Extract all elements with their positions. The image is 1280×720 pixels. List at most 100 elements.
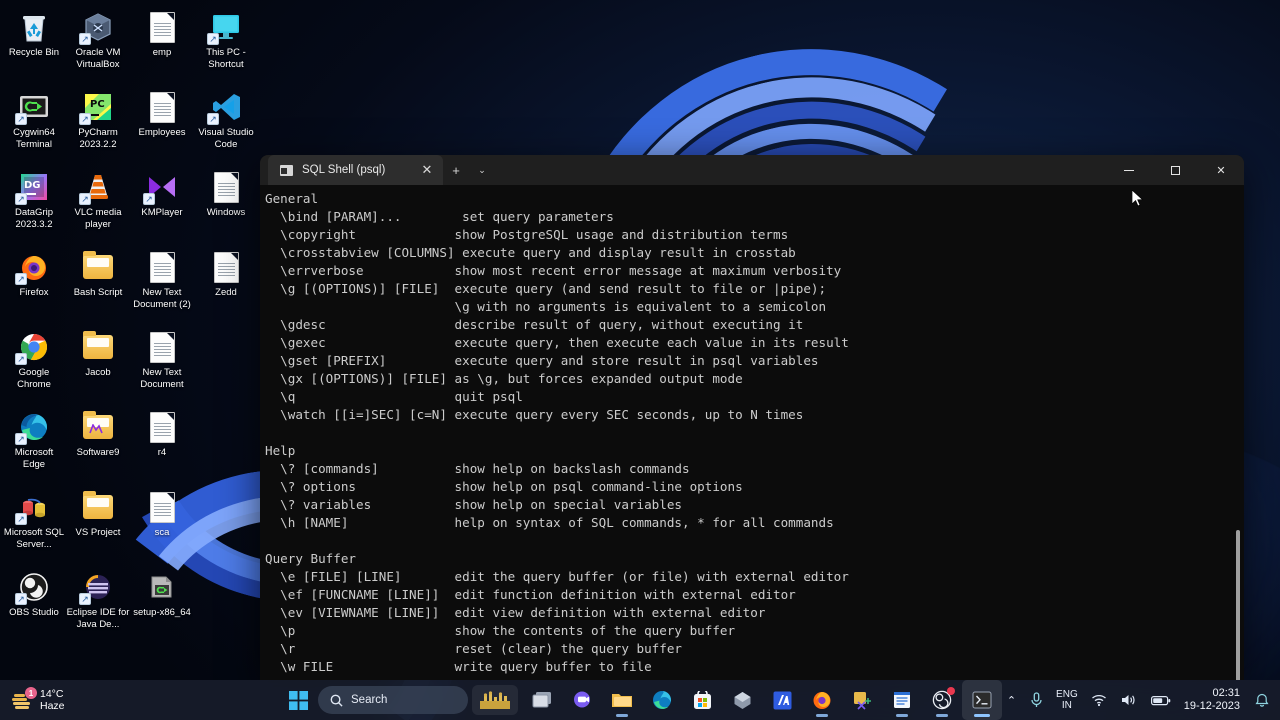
volume-icon[interactable] bbox=[1114, 683, 1144, 717]
running-indicator bbox=[616, 714, 628, 717]
sql-server-icon bbox=[15, 490, 51, 525]
obs-studio-button[interactable] bbox=[922, 680, 962, 720]
window-controls: ✕ bbox=[1106, 155, 1244, 185]
datagrip-icon: DG bbox=[15, 170, 51, 205]
desktop-icon-bash-script[interactable]: Bash Script bbox=[66, 244, 130, 324]
desktop-icon-eclipse-ide[interactable]: Eclipse IDE for Java De... bbox=[66, 564, 130, 644]
firefox-button[interactable] bbox=[802, 680, 842, 720]
desktop-icon-label: r4 bbox=[157, 447, 167, 458]
desktop-icon-label: OBS Studio bbox=[9, 607, 59, 618]
weather-widget[interactable]: 1 14°C Haze bbox=[0, 683, 75, 717]
shortcut-overlay-icon bbox=[207, 113, 219, 125]
battery-icon[interactable] bbox=[1144, 683, 1178, 717]
close-window-button[interactable]: ✕ bbox=[1198, 155, 1244, 185]
chevron-down-icon[interactable]: ⌄ bbox=[469, 155, 495, 185]
desktop-icon-zedd[interactable]: Zedd bbox=[194, 244, 258, 324]
microphone-icon[interactable] bbox=[1023, 683, 1050, 717]
desktop-icon-windows-doc[interactable]: Windows bbox=[194, 164, 258, 244]
desktop-icon-kmplayer[interactable]: KMPlayer bbox=[130, 164, 194, 244]
microsoft-store-button[interactable] bbox=[682, 680, 722, 720]
text-document-icon bbox=[209, 250, 243, 284]
tab-strip: SQL Shell (psql) ✕ + ⌄ bbox=[260, 155, 495, 185]
desktop-icon-this-pc[interactable]: This PC - Shortcut bbox=[194, 4, 258, 84]
desktop-icon-label: emp bbox=[152, 47, 172, 58]
tab-sql-shell[interactable]: SQL Shell (psql) ✕ bbox=[268, 155, 443, 185]
desktop-icon-pycharm[interactable]: PC PyCharm 2023.2.2 bbox=[66, 84, 130, 164]
desktop-icon-software9[interactable]: Software9 bbox=[66, 404, 130, 484]
language-indicator[interactable]: ENG IN bbox=[1050, 683, 1084, 717]
desktop-icon-vlc[interactable]: VLC media player bbox=[66, 164, 130, 244]
shortcut-overlay-icon bbox=[79, 33, 91, 45]
shortcut-overlay-icon bbox=[15, 593, 27, 605]
chat-button[interactable] bbox=[562, 680, 602, 720]
desktop-icon-emp[interactable]: emp bbox=[130, 4, 194, 84]
close-tab-icon[interactable]: ✕ bbox=[417, 160, 437, 180]
desktop-icon-jacob[interactable]: Jacob bbox=[66, 324, 130, 404]
microsoft-edge-button[interactable] bbox=[642, 680, 682, 720]
desktop-icon-label: Google Chrome bbox=[17, 367, 51, 390]
clock-widget[interactable]: 02:31 19-12-2023 bbox=[1178, 687, 1248, 713]
folder-media-icon bbox=[81, 410, 115, 444]
desktop-icon-firefox[interactable]: Firefox bbox=[2, 244, 66, 324]
text-document-icon bbox=[145, 490, 179, 524]
desktop-icon-empty-slot bbox=[194, 324, 258, 404]
desktop-icon-google-chrome[interactable]: Google Chrome bbox=[2, 324, 66, 404]
copilot-icon bbox=[734, 691, 750, 709]
maximize-button[interactable] bbox=[1152, 155, 1198, 185]
notification-bell-icon[interactable] bbox=[1248, 683, 1276, 717]
text-document-icon bbox=[145, 250, 179, 284]
copilot-button[interactable] bbox=[722, 680, 762, 720]
window-titlebar[interactable]: SQL Shell (psql) ✕ + ⌄ ✕ bbox=[260, 155, 1244, 185]
widgets-button[interactable] bbox=[472, 685, 518, 715]
terminal-scrollbar[interactable] bbox=[1236, 530, 1240, 680]
desktop-icon-datagrip[interactable]: DG DataGrip 2023.3.2 bbox=[2, 164, 66, 244]
desktop-icon-r4[interactable]: r4 bbox=[130, 404, 194, 484]
desktop-icon-sca[interactable]: sca bbox=[130, 484, 194, 564]
wifi-icon[interactable] bbox=[1084, 683, 1114, 717]
minimize-button[interactable] bbox=[1106, 155, 1152, 185]
widgets-cityscape-icon bbox=[480, 691, 510, 709]
desktop-icon-employees[interactable]: Employees bbox=[130, 84, 194, 164]
vlc-icon bbox=[79, 170, 115, 205]
desktop-icon-obs-studio[interactable]: OBS Studio bbox=[2, 564, 66, 644]
desktop-icon-recycle-bin[interactable]: Recycle Bin bbox=[2, 4, 66, 84]
tray-expand-button[interactable]: ⌃ bbox=[1000, 683, 1023, 717]
recycle-bin-icon bbox=[17, 10, 51, 44]
desktop-icon-vs-project[interactable]: VS Project bbox=[66, 484, 130, 564]
start-button[interactable] bbox=[278, 680, 318, 720]
desktop-icon-label: Bash Script bbox=[73, 287, 123, 298]
desktop-icon-microsoft-sql-server[interactable]: Microsoft SQL Server... bbox=[2, 484, 66, 564]
intellij-button[interactable] bbox=[762, 680, 802, 720]
weather-badge: 1 bbox=[25, 687, 37, 699]
desktop-icon-new-text-document[interactable]: New Text Document bbox=[130, 324, 194, 404]
desktop-icon-setup-x86-64[interactable]: setup-x86_64 bbox=[130, 564, 194, 644]
desktop-icon-label: PyCharm 2023.2.2 bbox=[78, 127, 118, 150]
desktop-icon-visual-studio-code[interactable]: Visual Studio Code bbox=[194, 84, 258, 164]
cygwin-setup-icon bbox=[145, 570, 179, 604]
desktop-icon-cygwin64-terminal[interactable]: Cygwin64 Terminal bbox=[2, 84, 66, 164]
task-view-button[interactable] bbox=[522, 680, 562, 720]
shortcut-overlay-icon bbox=[207, 33, 219, 45]
desktop-icon-label: KMPlayer bbox=[141, 207, 183, 218]
terminal-icon bbox=[280, 164, 293, 176]
new-tab-button[interactable]: + bbox=[443, 155, 469, 185]
terminal-body[interactable]: General \bind [PARAM]... set query param… bbox=[260, 185, 1244, 680]
desktop-icon-label: Cygwin64 Terminal bbox=[13, 127, 55, 150]
desktop-icon-empty-slot bbox=[194, 484, 258, 564]
file-explorer-button[interactable] bbox=[602, 680, 642, 720]
weather-temperature: 14°C bbox=[40, 688, 64, 700]
desktop-icon-grid: Recycle Bin Oracle VM VirtualBox emp bbox=[0, 4, 258, 644]
desktop-icon-oracle-vm-virtualbox[interactable]: Oracle VM VirtualBox bbox=[66, 4, 130, 84]
desktop-icon-label: New Text Document (2) bbox=[133, 287, 191, 310]
search-box[interactable]: Search bbox=[318, 686, 468, 714]
tab-title: SQL Shell (psql) bbox=[302, 164, 386, 176]
notepad-button[interactable] bbox=[882, 680, 922, 720]
cygwin-terminal-icon bbox=[15, 90, 51, 125]
desktop-icon-label: Software9 bbox=[76, 447, 120, 458]
text-document-icon bbox=[145, 410, 179, 444]
terminal-taskbar-button[interactable] bbox=[962, 680, 1002, 720]
snipping-tool-button[interactable] bbox=[842, 680, 882, 720]
desktop-icon-new-text-document-2[interactable]: New Text Document (2) bbox=[130, 244, 194, 324]
desktop-icon-microsoft-edge[interactable]: Microsoft Edge bbox=[2, 404, 66, 484]
terminal-output: General \bind [PARAM]... set query param… bbox=[265, 191, 849, 674]
